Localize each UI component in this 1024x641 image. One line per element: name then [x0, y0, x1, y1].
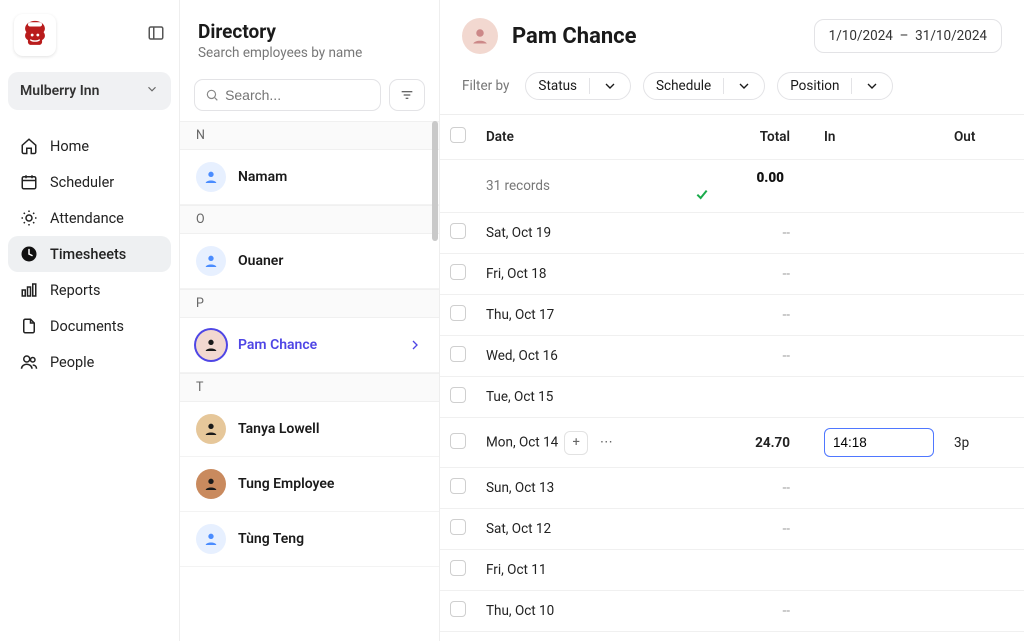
employee-avatar: [462, 18, 498, 54]
filter-position[interactable]: Position: [777, 72, 893, 100]
nav-home[interactable]: Home: [8, 128, 171, 164]
table-row[interactable]: Wed, Oct 9--: [440, 632, 1024, 641]
table-row[interactable]: Fri, Oct 18--: [440, 254, 1024, 295]
home-icon: [20, 137, 38, 155]
avatar: [196, 524, 226, 554]
summary-records: 31 records: [476, 160, 684, 213]
table-row[interactable]: Sat, Oct 12--: [440, 509, 1024, 550]
avatar: [196, 246, 226, 276]
org-name: Mulberry Inn: [20, 83, 99, 99]
timesheets-icon: [20, 245, 38, 263]
check-icon: [694, 186, 710, 202]
search-icon: [205, 87, 219, 103]
timesheet-panel: Pam Chance 1/10/2024 – 31/10/2024 Filter…: [440, 0, 1024, 641]
nav-documents[interactable]: Documents: [8, 308, 171, 344]
date-range-picker[interactable]: 1/10/2024 – 31/10/2024: [814, 19, 1002, 53]
nav-scheduler[interactable]: Scheduler: [8, 164, 171, 200]
row-checkbox[interactable]: [450, 433, 466, 449]
avatar: [196, 162, 226, 192]
directory-list[interactable]: NNamamOOuanerPPam ChanceTTanya LowellTun…: [180, 121, 439, 641]
col-in[interactable]: In: [814, 115, 944, 160]
nav-attendance[interactable]: Attendance: [8, 200, 171, 236]
group-P: P: [180, 289, 439, 318]
add-entry-button[interactable]: +: [564, 431, 588, 455]
chevron-down-icon: [602, 78, 618, 94]
row-checkbox[interactable]: [450, 387, 466, 403]
reports-icon: [20, 281, 38, 299]
group-T: T: [180, 373, 439, 402]
chevron-down-icon: [145, 82, 159, 100]
nav-timesheets[interactable]: Timesheets: [8, 236, 171, 272]
table-row[interactable]: Wed, Oct 16--: [440, 336, 1024, 377]
scrollbar-thumb[interactable]: [432, 121, 438, 241]
directory-title: Directory: [198, 20, 421, 43]
col-total[interactable]: Total: [684, 115, 814, 160]
avatar: [196, 330, 226, 360]
timesheet-grid[interactable]: Date Total In Out 31 records0.00Sat, Oct…: [440, 114, 1024, 641]
row-checkbox[interactable]: [450, 264, 466, 280]
directory-filter-button[interactable]: [389, 79, 425, 111]
row-checkbox[interactable]: [450, 560, 466, 576]
sidebar: Mulberry Inn HomeSchedulerAttendanceTime…: [0, 0, 180, 641]
table-row[interactable]: Fri, Oct 11: [440, 550, 1024, 591]
table-row[interactable]: Thu, Oct 17--: [440, 295, 1024, 336]
table-row[interactable]: Sat, Oct 19--: [440, 213, 1024, 254]
avatar: [196, 469, 226, 499]
documents-icon: [20, 317, 38, 335]
table-row[interactable]: Mon, Oct 14+⋯24.703p: [440, 418, 1024, 468]
directory-panel: Directory Search employees by name NNama…: [180, 0, 440, 641]
collapse-sidebar-icon[interactable]: [147, 24, 165, 46]
directory-item[interactable]: Pam Chance: [180, 318, 439, 373]
nav-people[interactable]: People: [8, 344, 171, 380]
filter-schedule[interactable]: Schedule: [643, 72, 765, 100]
filter-status[interactable]: Status: [525, 72, 631, 100]
group-O: O: [180, 205, 439, 234]
directory-item[interactable]: Namam: [180, 150, 439, 205]
app-logo[interactable]: [14, 14, 56, 56]
summary-total: 0.00: [684, 160, 814, 213]
row-menu-button[interactable]: ⋯: [594, 431, 618, 455]
employee-name: Pam Chance: [512, 24, 637, 49]
table-row[interactable]: Sun, Oct 13--: [440, 468, 1024, 509]
time-in-input[interactable]: [824, 428, 934, 457]
directory-subtitle: Search employees by name: [198, 45, 421, 61]
search-field[interactable]: [225, 87, 370, 103]
row-checkbox[interactable]: [450, 305, 466, 321]
nav-reports[interactable]: Reports: [8, 272, 171, 308]
attendance-icon: [20, 209, 38, 227]
row-checkbox[interactable]: [450, 519, 466, 535]
col-date[interactable]: Date: [476, 115, 684, 160]
avatar: [196, 414, 226, 444]
people-icon: [20, 353, 38, 371]
row-checkbox[interactable]: [450, 346, 466, 362]
scheduler-icon: [20, 173, 38, 191]
directory-item[interactable]: Ouaner: [180, 234, 439, 289]
directory-item[interactable]: Tung Employee: [180, 457, 439, 512]
row-checkbox[interactable]: [450, 601, 466, 617]
row-checkbox[interactable]: [450, 478, 466, 494]
table-row[interactable]: Thu, Oct 10--: [440, 591, 1024, 632]
org-switcher[interactable]: Mulberry Inn: [8, 72, 171, 110]
chevron-down-icon: [864, 78, 880, 94]
search-input[interactable]: [194, 79, 381, 111]
chevron-right-icon: [407, 337, 423, 353]
directory-item[interactable]: Tanya Lowell: [180, 402, 439, 457]
table-row[interactable]: Tue, Oct 15: [440, 377, 1024, 418]
filter-label: Filter by: [462, 78, 509, 94]
col-out[interactable]: Out: [944, 115, 1024, 160]
row-checkbox[interactable]: [450, 223, 466, 239]
chevron-down-icon: [736, 78, 752, 94]
group-N: N: [180, 121, 439, 150]
directory-item[interactable]: Tùng Teng: [180, 512, 439, 567]
select-all-checkbox[interactable]: [450, 127, 466, 143]
